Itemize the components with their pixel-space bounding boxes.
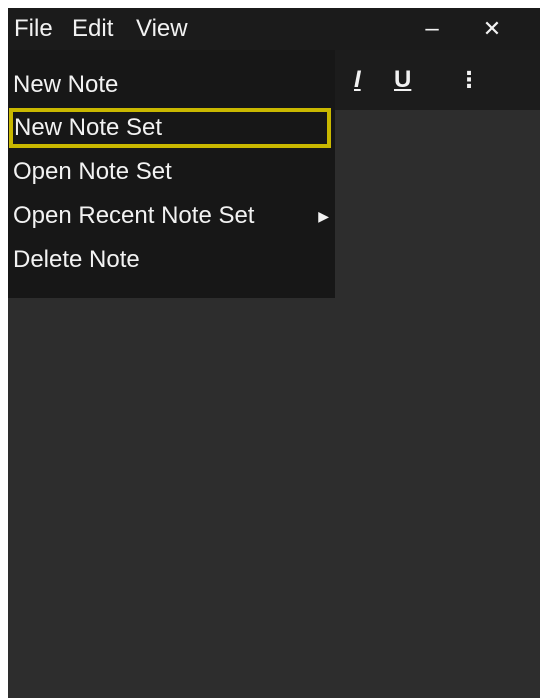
menu-item-label: Open Recent Note Set	[13, 202, 255, 229]
menu-edit[interactable]: Edit	[70, 14, 115, 44]
close-button[interactable]: ✕	[472, 12, 512, 46]
menu-item-label: New Note Set	[14, 114, 163, 141]
menu-item-open-note-set[interactable]: Open Note Set	[8, 152, 335, 192]
underline-button[interactable]: U	[394, 66, 411, 94]
title-bar: File Edit View – ✕	[8, 8, 540, 50]
menu-item-new-note-set[interactable]: New Note Set	[9, 108, 331, 148]
file-menu-dropdown: New Note New Note Set Open Note Set Open…	[8, 50, 335, 298]
menu-item-new-note[interactable]: New Note	[8, 65, 335, 105]
menu-item-label: Delete Note	[13, 246, 140, 273]
menu-item-open-recent-note-set[interactable]: Open Recent Note Set ▶	[8, 196, 335, 236]
menu-item-label: Open Note Set	[13, 158, 172, 185]
menu-item-delete-note[interactable]: Delete Note	[8, 240, 335, 280]
menu-item-label: New Note	[13, 71, 119, 98]
menu-view[interactable]: View	[134, 14, 190, 44]
submenu-arrow-icon: ▶	[318, 208, 329, 224]
more-options-icon[interactable]: ⋮	[458, 66, 480, 94]
app-window: File Edit View – ✕ I U ⋮ New Note New No…	[8, 8, 540, 698]
menu-file[interactable]: File	[12, 14, 55, 44]
minimize-button[interactable]: –	[412, 12, 452, 46]
italic-button[interactable]: I	[354, 66, 361, 94]
